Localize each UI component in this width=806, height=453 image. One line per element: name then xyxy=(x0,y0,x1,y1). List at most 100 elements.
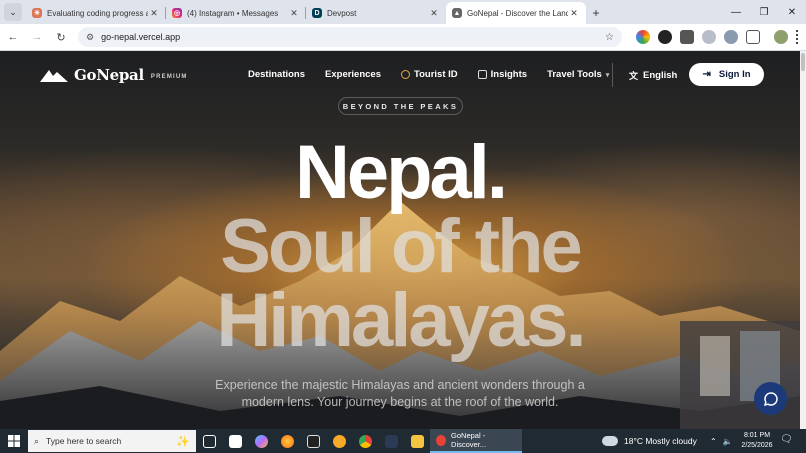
menu-kebab-icon[interactable] xyxy=(796,30,800,44)
nav-link-destinations[interactable]: Destinations xyxy=(248,69,305,80)
close-tab-icon[interactable]: ✕ xyxy=(148,8,160,19)
close-window-icon[interactable]: ✕ xyxy=(778,0,806,24)
video-editor-app-icon[interactable] xyxy=(300,429,326,453)
dark-extension-icon[interactable] xyxy=(658,30,672,44)
primary-nav-links: Destinations Experiences Tourist ID Insi… xyxy=(248,69,629,80)
badge-check-icon xyxy=(401,70,410,79)
chevron-up-icon[interactable]: ⌃ xyxy=(710,437,717,446)
browser-toolbar: ← → ↻ ⚙ go-nepal.vercel.app ☆ xyxy=(0,24,806,51)
extensions-area xyxy=(632,30,804,44)
url-text: go-nepal.vercel.app xyxy=(101,32,181,42)
task-view-icon[interactable] xyxy=(196,429,222,453)
close-tab-icon[interactable]: ✕ xyxy=(568,8,580,19)
weather-widget[interactable]: 18°C Mostly cloudy xyxy=(602,429,697,453)
clock-time: 8:01 PM xyxy=(743,432,771,439)
scrollbar-thumb[interactable] xyxy=(801,53,805,71)
taskbar-app-chrome-gonepal[interactable]: GoNepal - Discover... xyxy=(430,429,522,453)
browser-tab-4[interactable]: ▲ GoNepal - Discover the Land of ✕ xyxy=(446,2,586,24)
claude-icon: ✳ xyxy=(32,8,42,18)
chevron-down-icon: ▾ xyxy=(605,71,610,79)
vector-app-icon[interactable] xyxy=(378,429,404,453)
newspaper-icon xyxy=(477,70,487,79)
profile-avatar-icon[interactable] xyxy=(774,30,788,44)
hero-section: GoNepal PREMIUM Destinations Experiences… xyxy=(0,51,800,429)
search-placeholder: Type here to search xyxy=(46,436,122,446)
taskbar-app-title: GoNepal - Discover... xyxy=(451,431,487,449)
search-highlight-icon: ✨ xyxy=(176,435,190,448)
new-tab-plus-icon[interactable]: + xyxy=(586,3,606,23)
sign-in-label: Sign In xyxy=(718,69,751,80)
taskbar-search-box[interactable]: ⌕ Type here to search ✨ xyxy=(28,430,196,452)
address-bar[interactable]: ⚙ go-nepal.vercel.app ☆ xyxy=(78,27,622,47)
sign-in-button[interactable]: ⇥ Sign In xyxy=(689,63,764,86)
tab-title: Evaluating coding progress as a xyxy=(47,8,148,18)
tab-title: GoNepal - Discover the Land of xyxy=(467,8,568,18)
language-selector[interactable]: 文 English xyxy=(629,69,677,82)
nav-link-insights[interactable]: Insights xyxy=(477,69,528,80)
headline-line-3: Himalayas. xyxy=(216,278,586,363)
cloud-icon xyxy=(602,436,618,446)
nav-link-label: Tourist ID xyxy=(414,69,458,80)
bookmark-star-icon[interactable]: ☆ xyxy=(605,32,614,43)
notification-icon[interactable]: 🗨 xyxy=(780,434,793,445)
browser-tab-strip: ⌄ ✳ Evaluating coding progress as a ✕ ◎ … xyxy=(0,0,806,24)
window-controls: — ❐ ✕ xyxy=(722,0,806,24)
puzzle-extensions-icon[interactable] xyxy=(746,30,760,44)
tab-search-chevron-icon[interactable]: ⌄ xyxy=(4,3,22,21)
eyebrow-pill: BEYOND THE PEAKS xyxy=(338,97,463,115)
clock-date: 2/25/2026 xyxy=(741,442,773,449)
color-picker-extension-icon[interactable] xyxy=(636,30,650,44)
notion-extension-icon[interactable] xyxy=(680,30,694,44)
close-tab-icon[interactable]: ✕ xyxy=(428,8,440,19)
nav-link-travel-tools[interactable]: Travel Tools ▾ xyxy=(547,69,609,80)
chrome-app-icon[interactable] xyxy=(352,429,378,453)
notion-app-icon[interactable] xyxy=(222,429,248,453)
site-navbar: GoNepal PREMIUM Destinations Experiences… xyxy=(0,61,800,89)
hero-subtitle: Experience the majestic Himalayas and an… xyxy=(215,378,585,409)
firefox-app-icon[interactable] xyxy=(274,429,300,453)
gonepal-logo[interactable]: GoNepal PREMIUM xyxy=(40,66,188,84)
tab-title: (4) Instagram • Messages xyxy=(187,8,279,18)
reload-icon[interactable]: ↻ xyxy=(50,26,72,48)
windows-taskbar: ⌕ Type here to search ✨ GoNepal - Discov… xyxy=(0,429,806,453)
close-tab-icon[interactable]: ✕ xyxy=(288,8,300,19)
page-scrollbar[interactable] xyxy=(800,51,806,429)
taskbar-clock[interactable]: 8:01 PM 2/25/2026 xyxy=(738,431,776,451)
browser-tab-2[interactable]: ◎ (4) Instagram • Messages ✕ xyxy=(166,2,306,24)
shield-extension-icon[interactable] xyxy=(702,30,716,44)
premium-badge: PREMIUM xyxy=(150,74,188,80)
chat-bubble-icon xyxy=(763,391,778,406)
devpost-icon: D xyxy=(312,8,322,18)
minimize-icon[interactable]: — xyxy=(722,0,750,24)
site-info-icon[interactable]: ⚙ xyxy=(86,32,94,43)
brand-name: GoNepal xyxy=(74,66,144,84)
restore-icon[interactable]: ❐ xyxy=(750,0,778,24)
chat-button[interactable] xyxy=(754,382,787,415)
translate-icon: 文 xyxy=(629,71,639,81)
nav-divider xyxy=(612,63,613,87)
globe-extension-icon[interactable] xyxy=(724,30,738,44)
tab-title: Devpost xyxy=(327,8,357,18)
nav-link-experiences[interactable]: Experiences xyxy=(325,69,381,80)
system-tray: ⌃ 🔈 xyxy=(710,429,739,453)
windows-start-icon[interactable] xyxy=(0,429,28,453)
forward-arrow-icon[interactable]: → xyxy=(26,26,48,48)
chrome-icon xyxy=(436,434,447,446)
weather-text: 18°C Mostly cloudy xyxy=(624,436,697,446)
nav-link-label: Insights xyxy=(490,69,528,80)
nav-link-label: Travel Tools xyxy=(547,69,602,80)
speaker-icon[interactable]: 🔈 xyxy=(723,437,733,446)
instagram-icon: ◎ xyxy=(172,8,182,18)
nav-link-tourist-id[interactable]: Tourist ID xyxy=(401,69,458,80)
search-icon: ⌕ xyxy=(34,435,40,446)
language-label: English xyxy=(643,70,678,81)
settings-app-icon[interactable] xyxy=(326,429,352,453)
copilot-app-icon[interactable] xyxy=(248,429,274,453)
mountain-logo-icon xyxy=(40,70,68,82)
browser-tab-1[interactable]: ✳ Evaluating coding progress as a ✕ xyxy=(26,2,166,24)
back-arrow-icon[interactable]: ← xyxy=(2,26,24,48)
mountain-icon: ▲ xyxy=(452,8,462,18)
browser-tab-3[interactable]: D Devpost ✕ xyxy=(306,2,446,24)
login-arrow-icon: ⇥ xyxy=(702,69,711,80)
file-explorer-icon[interactable] xyxy=(404,429,430,453)
